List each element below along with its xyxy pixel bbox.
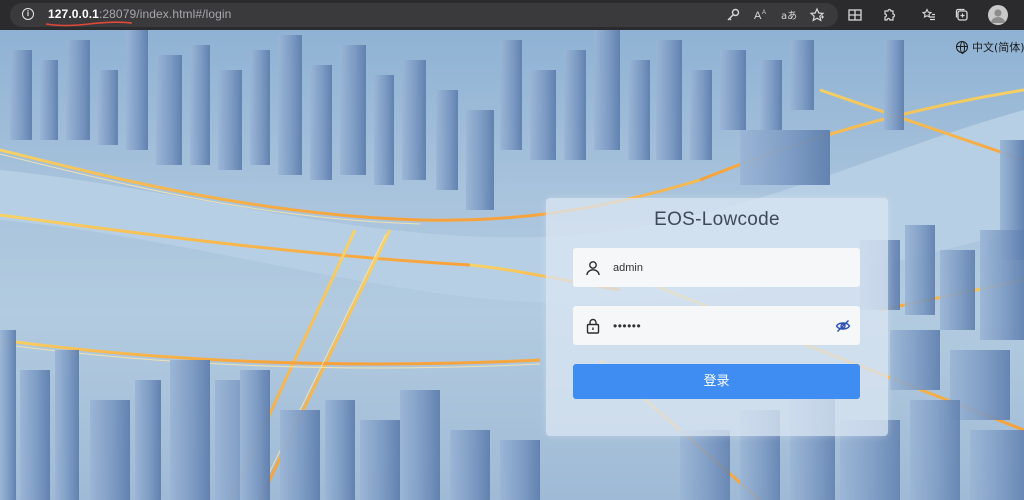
key-icon[interactable] xyxy=(724,6,742,24)
eye-hidden-icon[interactable] xyxy=(835,318,851,334)
spellcheck-underline xyxy=(45,21,133,27)
favorites-list-icon[interactable] xyxy=(920,6,938,24)
url-host: 127.0.0.1 xyxy=(48,7,99,21)
extensions-icon[interactable] xyxy=(880,6,898,24)
favorite-icon[interactable] xyxy=(808,6,826,24)
svg-text:A: A xyxy=(762,10,766,16)
read-aloud-icon[interactable]: AA xyxy=(752,6,770,24)
svg-text:A: A xyxy=(754,10,762,22)
user-icon xyxy=(586,261,600,276)
password-input[interactable]: •••••• xyxy=(613,320,641,332)
username-field[interactable] xyxy=(573,248,860,287)
collections-icon[interactable] xyxy=(953,6,971,24)
translate-icon[interactable]: aあ xyxy=(780,6,798,24)
language-label: 中文(简体) xyxy=(972,41,1024,54)
login-title: EOS-Lowcode xyxy=(654,209,780,230)
url-port: :28079 xyxy=(98,7,137,21)
profile-icon[interactable] xyxy=(988,5,1008,25)
login-button[interactable]: 登录 xyxy=(573,364,860,399)
language-switch[interactable]: 中文(简体) xyxy=(956,38,1024,56)
site-info-icon[interactable]: i xyxy=(22,8,34,20)
lock-icon xyxy=(586,318,600,334)
svg-text:aあ: aあ xyxy=(781,10,797,22)
url-path: /index.html#/login xyxy=(136,7,232,21)
grid-icon[interactable] xyxy=(846,6,864,24)
browser-toolbar: i 127.0.0.1:28079/index.html#/login AA a… xyxy=(0,0,1024,30)
login-form: EOS-Lowcode •••••• 登录 xyxy=(546,198,888,436)
url-text[interactable]: 127.0.0.1:28079/index.html#/login xyxy=(48,7,231,21)
username-input[interactable] xyxy=(613,248,843,287)
globe-icon xyxy=(956,41,968,54)
password-field[interactable]: •••••• xyxy=(573,306,860,345)
